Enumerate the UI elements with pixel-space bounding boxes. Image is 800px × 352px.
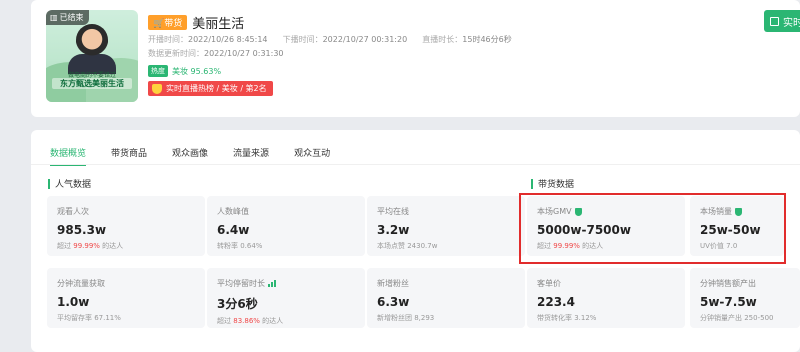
end-time-value: 2022/10/27 00:31:20 [322, 35, 408, 44]
metric-label: 人数峰值 [217, 207, 249, 216]
metric-peak-viewers[interactable]: 人数峰值 6.4w 转粉率 0.64% [207, 196, 365, 256]
metric-value: 5000w-7500w [537, 223, 631, 237]
end-time-label: 下播时间： [282, 35, 323, 44]
verified-shield-icon [574, 207, 582, 216]
metric-views[interactable]: 观看人次 985.3w 超过 99.99% 的达人 [47, 196, 205, 256]
metric-sub: 超过 99.99% 的达人 [57, 241, 195, 251]
hot-tag: 热度 [148, 65, 168, 77]
metric-new-followers[interactable]: 新增粉丝 6.3w 新增粉丝团 8,293 [367, 268, 525, 328]
verified-shield-icon [735, 207, 742, 216]
metric-traffic-per-minute[interactable]: 分钟流量获取 1.0w 平均留存率 67.11% [47, 268, 205, 328]
popularity-section-text: 人气数据 [55, 180, 92, 190]
section-accent-bar [48, 178, 50, 189]
metric-avg-order-value[interactable]: 客单价 223.4 带货转化率 3.12% [527, 268, 685, 328]
metric-label: 分钟销售额产出 [700, 279, 756, 288]
metric-sub-highlight: 99.99% [73, 242, 100, 250]
metric-label-text: 平均停留时长 [217, 279, 265, 288]
metric-sub-suffix: 的达人 [259, 317, 284, 325]
metric-label: 平均在线 [377, 207, 409, 216]
metric-label: 平均停留时长 [217, 278, 355, 289]
metric-sub: 转粉率 0.64% [217, 242, 263, 250]
metric-label: 新增粉丝 [377, 279, 409, 288]
metric-sales-per-minute[interactable]: 分钟销售额产出 5w-7.5w 分钟销量产出 250-500 [690, 268, 800, 328]
metric-sub: UV价值 7.0 [700, 242, 738, 250]
realtime-button[interactable]: 实时 [764, 10, 800, 32]
selling-tag-text: 带货 [164, 19, 183, 29]
metric-value: 5w-7.5w [700, 295, 757, 309]
section-accent-bar [531, 178, 533, 189]
cart-icon: 🛒 [153, 19, 165, 29]
update-time-value: 2022/10/27 0:31:30 [204, 49, 284, 58]
realtime-button-label: 实时 [783, 17, 800, 29]
title-row: 🛒带货 美丽生活 [148, 13, 244, 32]
tab-traffic-source[interactable]: 流量来源 [233, 142, 269, 166]
live-rank-badge[interactable]: 实时直播热榜 / 美妆 / 第2名 [148, 81, 273, 96]
monitor-icon [770, 16, 779, 26]
sales-section-text: 带货数据 [538, 180, 575, 190]
time-meta-row: 开播时间：2022/10/26 8:45:14 下播时间：2022/10/27 … [148, 34, 512, 45]
metric-sub-suffix: 的达人 [579, 242, 604, 250]
popularity-section-title: 人气数据 [48, 177, 91, 190]
metric-sub: 分钟销量产出 250-500 [700, 314, 774, 322]
tab-audience-interaction[interactable]: 观众互动 [294, 142, 330, 166]
metric-value: 3分6秒 [217, 297, 258, 311]
tab-audience-profile[interactable]: 观众画像 [172, 142, 208, 166]
trophy-icon [152, 83, 162, 94]
metric-sub: 超过 99.99% 的达人 [537, 241, 675, 251]
start-time-label: 开播时间： [148, 35, 188, 44]
duration-value: 15时46分6秒 [462, 35, 512, 44]
metric-value: 3.2w [377, 223, 410, 237]
trend-chart-icon[interactable] [268, 280, 276, 287]
metric-value: 985.3w [57, 223, 107, 237]
tab-data-overview[interactable]: 数据概览 [50, 142, 87, 166]
metric-sub-text: 超过 [57, 242, 74, 250]
hot-row: 热度 美妆 95.63% [148, 65, 221, 77]
metric-label-text: 本场GMV [537, 207, 572, 216]
metric-value: 1.0w [57, 295, 90, 309]
bar-chart-icon: ▥ [50, 13, 58, 22]
hot-value: 美妆 95.63% [172, 66, 222, 76]
metric-sub: 超过 83.86% 的达人 [217, 316, 355, 326]
ended-status-text: 已结束 [59, 13, 84, 22]
metric-label: 观看人次 [57, 207, 89, 216]
live-title[interactable]: 美丽生活 [192, 13, 244, 32]
selling-tag: 🛒带货 [148, 15, 188, 30]
metric-sub-suffix: 的达人 [99, 242, 124, 250]
live-cover-image[interactable]: ▥ 已结束 做电商的不要错过 东方甄选美丽生活 [46, 10, 138, 102]
metric-sub-text: 超过 [537, 242, 554, 250]
metric-avg-online[interactable]: 平均在线 3.2w 本场点赞 2430.7w [367, 196, 525, 256]
metric-avg-stay-duration[interactable]: 平均停留时长 3分6秒 超过 83.86% 的达人 [207, 268, 365, 328]
update-meta-row: 数据更新时间：2022/10/27 0:31:30 [148, 48, 284, 59]
start-time-value: 2022/10/26 8:45:14 [188, 35, 268, 44]
metric-sub: 带货转化率 3.12% [537, 314, 597, 322]
metric-label-text: 本场销量 [700, 207, 732, 216]
duration-label: 直播时长： [422, 35, 463, 44]
ended-status-badge: ▥ 已结束 [46, 10, 89, 25]
metric-sales-volume[interactable]: 本场销量 25w-50w UV价值 7.0 [690, 196, 784, 256]
metric-value: 6.3w [377, 295, 410, 309]
tab-products[interactable]: 带货商品 [111, 142, 147, 166]
cover-caption-large: 东方甄选美丽生活 [52, 78, 132, 89]
metric-sub: 本场点赞 2430.7w [377, 242, 438, 250]
metric-sub: 平均留存率 67.11% [57, 314, 121, 322]
tab-divider [31, 164, 800, 165]
metric-value: 25w-50w [700, 223, 761, 237]
metric-label: 本场销量 [700, 206, 774, 217]
metric-value: 223.4 [537, 295, 575, 309]
metric-sub-highlight: 83.86% [233, 317, 260, 325]
metric-label: 客单价 [537, 279, 561, 288]
tab-bar: 数据概览 带货商品 观众画像 流量来源 观众互动 [50, 142, 355, 166]
metric-sub-text: 超过 [217, 317, 234, 325]
metric-value: 6.4w [217, 223, 250, 237]
metric-gmv[interactable]: 本场GMV 5000w-7500w 超过 99.99% 的达人 [527, 196, 685, 256]
cover-host-head [76, 24, 108, 64]
live-rank-text: 实时直播热榜 / 美妆 / 第2名 [166, 84, 267, 93]
metric-label: 分钟流量获取 [57, 279, 105, 288]
metric-label: 本场GMV [537, 206, 675, 217]
sales-section-title: 带货数据 [531, 177, 574, 190]
update-time-label: 数据更新时间： [148, 49, 204, 58]
live-info-card: ▥ 已结束 做电商的不要错过 东方甄选美丽生活 🛒带货 美丽生活 开播时间：20… [31, 0, 800, 117]
metric-sub-highlight: 99.99% [553, 242, 580, 250]
metric-sub: 新增粉丝团 8,293 [377, 314, 435, 322]
